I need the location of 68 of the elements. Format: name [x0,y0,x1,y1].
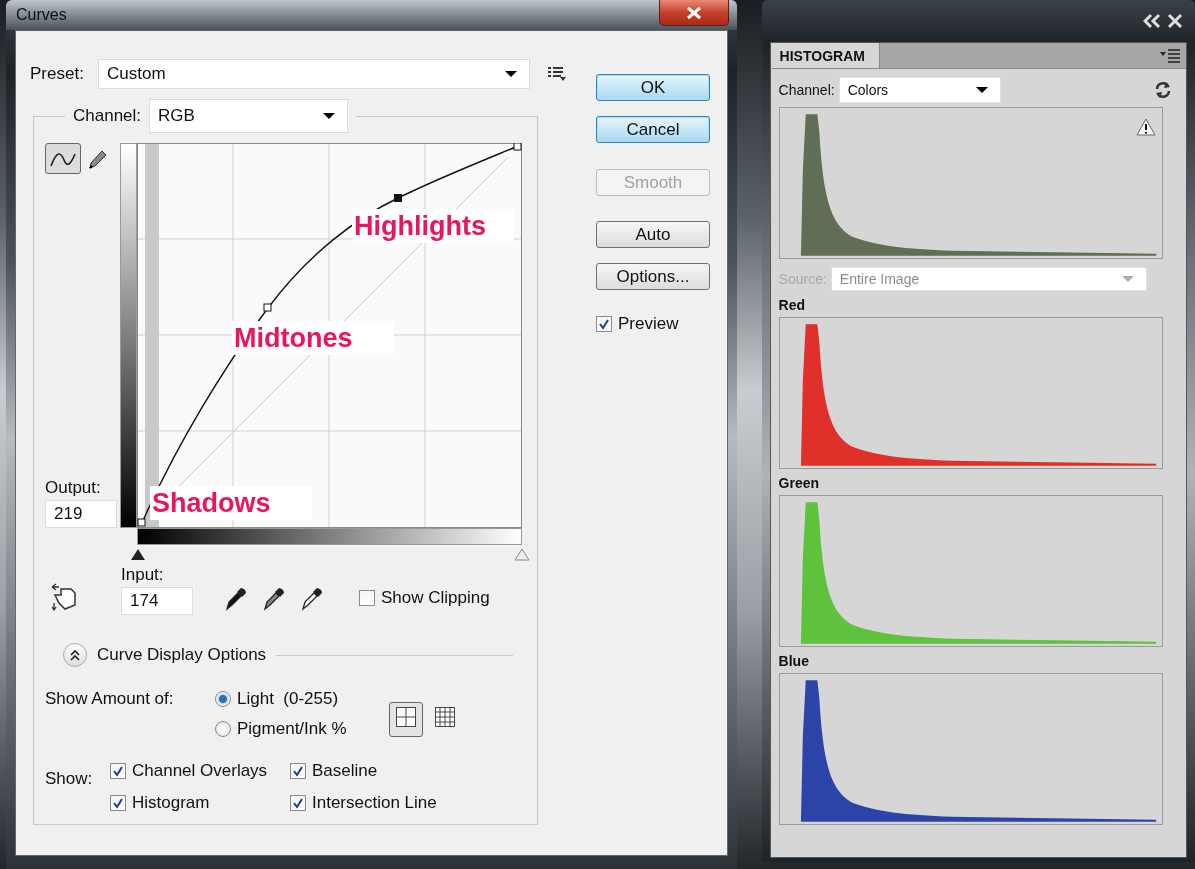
annotation-tooltip: Highlights [352,209,514,243]
control-point[interactable] [513,143,522,151]
channel-label: Channel: [778,82,835,98]
checkbox[interactable] [290,763,306,779]
dialog-button[interactable]: Auto [596,221,710,248]
dialog-button[interactable]: OK [596,74,710,101]
channel-name: Green [778,475,821,491]
channel-name: Blue [778,653,810,669]
checkbox[interactable] [359,590,375,606]
channel-label: Channel: [73,106,142,126]
grid-icon [395,707,416,727]
warning-icon [1135,118,1156,136]
dropdown-arrow-icon [505,71,517,77]
preset-label: Preset: [30,64,85,84]
close-icon [685,5,702,20]
refresh-icon[interactable] [1154,81,1172,99]
preset-dropdown[interactable]: Custom [98,59,530,89]
pencil-icon[interactable] [87,148,107,169]
radio-label: Pigment/Ink % [237,719,347,739]
checkbox-label: Histogram [132,793,210,813]
section-label: Curve Display Options [97,645,267,665]
checkbox-label: Preview [618,314,679,334]
close-button[interactable] [658,0,729,26]
annotation-tooltip: Shadows [150,486,312,520]
menu-icon[interactable] [548,66,566,82]
panel-tab[interactable]: HISTOGRAM [771,43,880,68]
collapse-button[interactable] [63,643,87,667]
input-label: Input: [121,565,165,585]
grid-button[interactable] [388,702,423,737]
checkbox-label: Show Clipping [381,588,490,608]
show-label: Show: [45,769,94,789]
checkbox-label: Channel Overlays [132,761,268,781]
radio-label: Light (0-255) [237,689,339,709]
window-title: Curves [16,6,67,24]
dropdown-arrow-icon [323,113,336,119]
eyedropper-icon[interactable] [225,587,247,611]
grid-icon [434,707,455,727]
dialog-button[interactable]: Options... [596,263,710,290]
checkbox[interactable] [596,316,612,332]
shadow-slider-icon[interactable] [130,547,146,561]
channel-dropdown[interactable]: RGB [149,99,349,133]
collapse-icon[interactable] [1143,13,1161,29]
input-field[interactable]: 174 [121,587,193,615]
annotation-tooltip: Midtones [232,321,394,355]
checkbox[interactable] [110,795,126,811]
highlight-slider-icon[interactable] [514,547,530,561]
curve-tool-button[interactable] [45,143,81,174]
channel-name: Red [778,297,807,313]
panel-menu-icon[interactable] [1160,48,1180,64]
control-point[interactable] [263,303,272,312]
checkbox[interactable] [110,763,126,779]
dropdown-arrow-icon [1121,276,1134,282]
control-point[interactable] [137,518,146,527]
output-label: Output: [45,478,102,498]
eyedropper-icon[interactable] [263,587,285,611]
close-icon[interactable] [1167,13,1183,29]
checkbox-label: Baseline [312,761,378,781]
hand-tool-icon[interactable] [51,583,79,611]
output-field[interactable]: 219 [45,500,117,528]
radio-button[interactable] [215,721,231,737]
radio-button[interactable] [215,691,231,707]
dialog-button[interactable]: Cancel [596,116,710,143]
dropdown-arrow-icon [975,87,988,93]
eyedropper-icon[interactable] [301,587,323,611]
checkbox[interactable] [290,795,306,811]
checkbox-label: Intersection Line [312,793,437,813]
show-amount-label: Show Amount of: [45,689,175,709]
channel-dropdown[interactable]: Colors [838,77,1001,103]
